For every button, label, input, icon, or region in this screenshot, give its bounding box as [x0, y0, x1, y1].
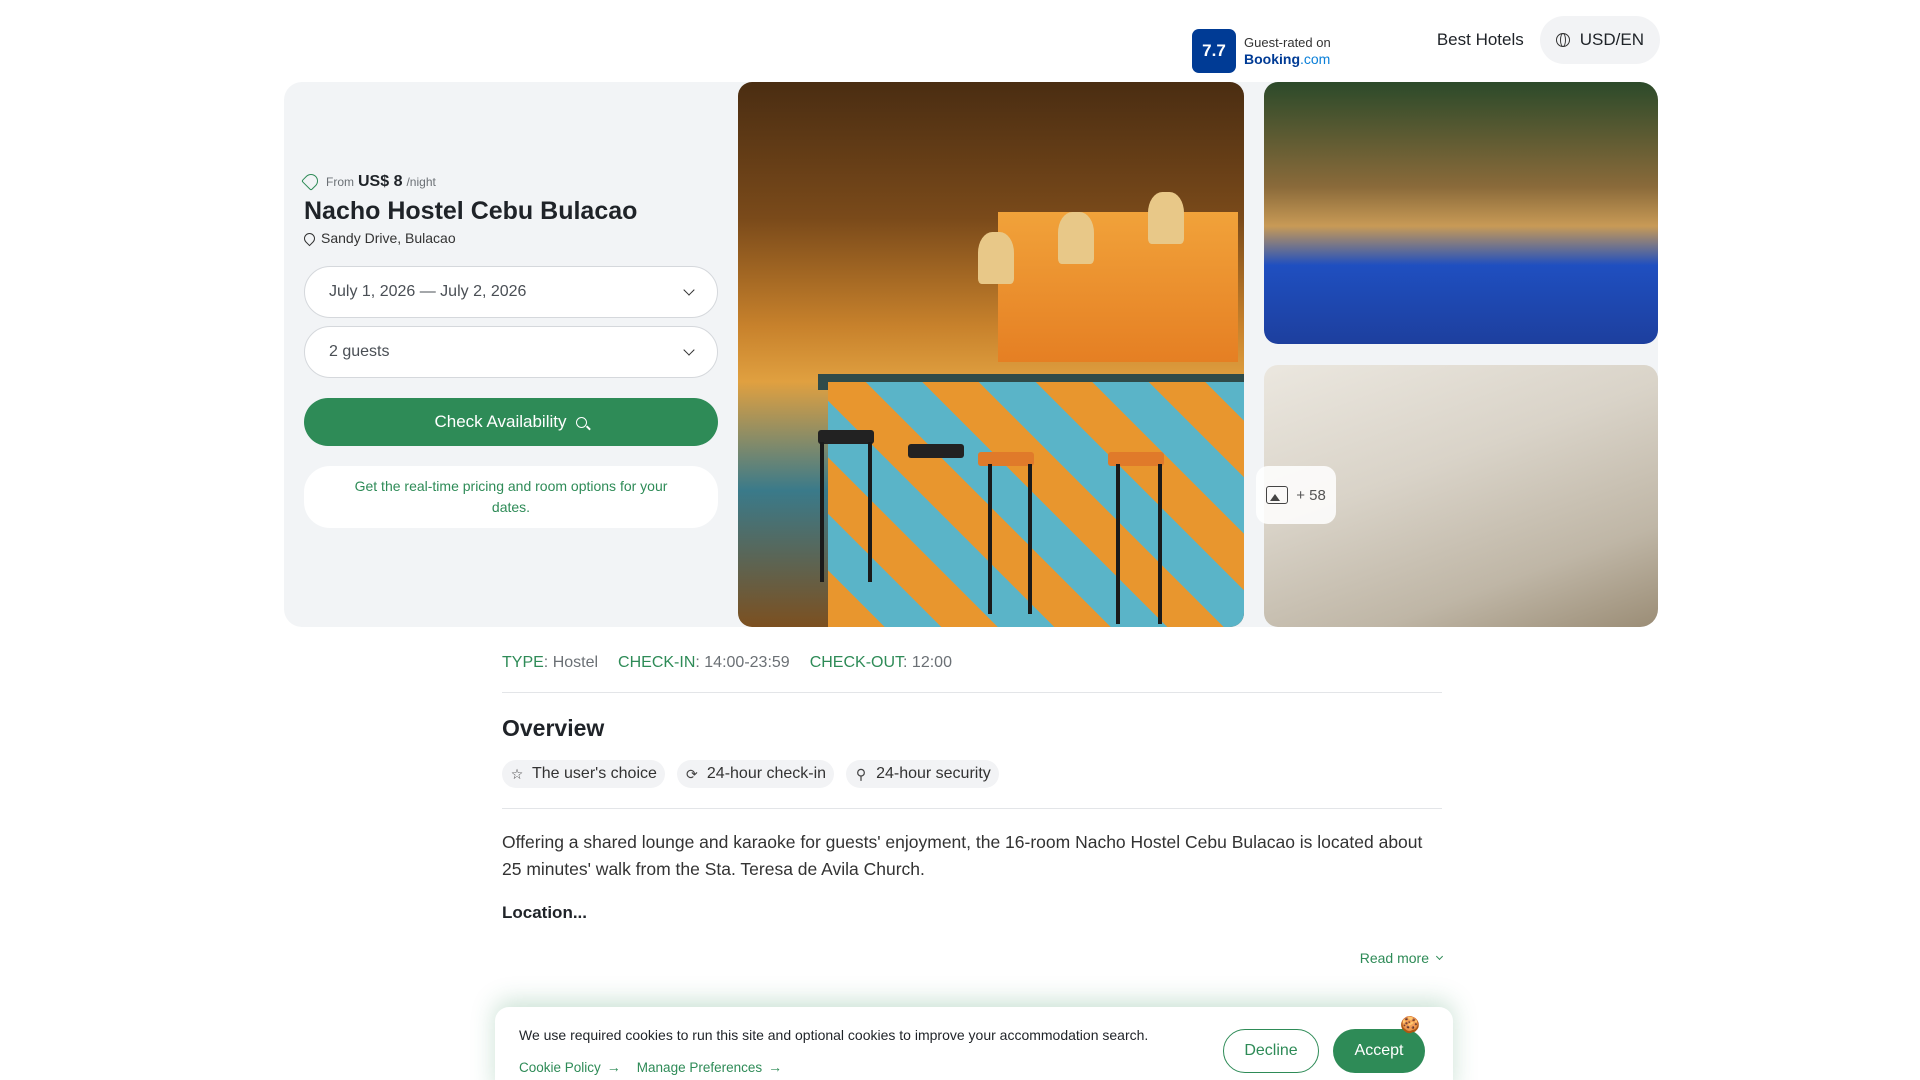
guests-value: 2 guests	[329, 343, 390, 360]
chevron-down-icon	[1435, 952, 1444, 961]
stool-leg-graphic	[1158, 464, 1162, 624]
arrow-right-icon: →	[606, 1059, 621, 1075]
checkin-meta: CHECK-IN: 14:00-23:59	[618, 654, 790, 671]
chip-users-choice: ☆ The user's choice	[502, 760, 665, 788]
overview-heading: Overview	[502, 715, 605, 741]
checkout-meta: CHECK-OUT: 12:00	[809, 654, 952, 671]
lamp-graphic	[1058, 212, 1094, 264]
currency-label: USD/EN	[1579, 30, 1644, 49]
globe-icon	[1555, 33, 1570, 47]
type-meta: TYPE: Hostel	[502, 654, 599, 671]
address-text: Sandy Drive, Bulacao	[321, 230, 456, 246]
details-section: TYPE: Hostel CHECK-IN: 14:00-23:59 CHECK…	[502, 654, 1444, 966]
hero-section: From US$ 8 /night Nacho Hostel Cebu Bula…	[284, 82, 1658, 627]
stool-graphic	[818, 430, 874, 444]
stool-graphic	[978, 452, 1034, 466]
stool-graphic	[908, 444, 964, 458]
person-shield-icon: ⚲	[855, 765, 867, 782]
overview-description: Offering a shared lounge and karaoke for…	[502, 832, 1423, 879]
lamp-graphic	[1148, 192, 1184, 244]
arrow-right-icon: →	[768, 1059, 783, 1075]
property-meta: TYPE: Hostel CHECK-IN: 14:00-23:59 CHECK…	[502, 654, 1442, 693]
location-pin-icon	[301, 230, 318, 246]
star-icon: ☆	[510, 765, 524, 782]
pricing-hint: Get the real-time pricing and room optio…	[304, 466, 718, 528]
chip-24h-security: ⚲ 24-hour security	[846, 760, 999, 788]
team-photo[interactable]	[1264, 82, 1658, 344]
stool-leg-graphic	[868, 442, 872, 582]
currency-language-selector[interactable]: USD/EN	[1539, 16, 1660, 64]
rating-score: 7.7	[1192, 29, 1236, 73]
date-range-value: July 1, 2026 — July 2, 2026	[329, 283, 527, 300]
chip-24h-checkin: ⟳ 24-hour check-in	[676, 760, 835, 788]
booking-panel: From US$ 8 /night Nacho Hostel Cebu Bula…	[301, 171, 718, 528]
price-value: US$ 8	[358, 173, 403, 190]
cookie-policy-link[interactable]: Cookie Policy →	[519, 1059, 621, 1080]
check-availability-button[interactable]: Check Availability	[304, 398, 718, 446]
location-heading: Location...	[502, 903, 587, 922]
price-line: From US$ 8 /night	[301, 171, 718, 191]
refresh-icon: ⟳	[686, 765, 698, 782]
lamp-graphic	[978, 232, 1014, 284]
feature-chips: ☆ The user's choice ⟳ 24-hour check-in ⚲…	[502, 760, 1442, 809]
read-more-button[interactable]: Read more	[1360, 950, 1444, 966]
from-label: From	[326, 175, 354, 189]
price-tag-icon	[301, 171, 321, 191]
gallery-icon	[1266, 486, 1289, 504]
guests-select[interactable]: 2 guests	[304, 326, 718, 378]
cookie-banner: We use required cookies to run this site…	[495, 1007, 1453, 1080]
decline-button[interactable]: Decline	[1223, 1029, 1319, 1073]
rating-source: Guest-rated on Booking.com	[1244, 34, 1331, 68]
check-availability-label: Check Availability	[434, 412, 567, 431]
hotel-name: Nacho Hostel Cebu Bulacao	[304, 197, 638, 225]
cookie-icon: 🍪	[1400, 1017, 1420, 1034]
manage-preferences-link[interactable]: Manage Preferences →	[637, 1059, 782, 1080]
more-photos-count: + 58	[1296, 486, 1326, 504]
booking-logo: Booking.com	[1244, 51, 1331, 67]
date-range-select[interactable]: July 1, 2026 — July 2, 2026	[304, 266, 718, 318]
chevron-down-icon	[683, 344, 695, 356]
stool-leg-graphic	[1028, 464, 1032, 614]
per-night-label: /night	[406, 175, 436, 189]
hotel-address: Sandy Drive, Bulacao	[301, 230, 718, 246]
guest-rating-badge: 7.7 Guest-rated on Booking.com	[1184, 21, 1352, 81]
search-icon	[576, 416, 588, 428]
stool-leg-graphic	[820, 442, 824, 582]
chevron-down-icon	[683, 284, 695, 296]
main-photo[interactable]	[738, 82, 1244, 627]
stool-leg-graphic	[1116, 464, 1120, 624]
accept-button[interactable]: Accept	[1333, 1029, 1425, 1073]
bar-counter-graphic	[828, 382, 1244, 627]
top-nav: Best Hotels USD/EN	[1437, 16, 1660, 64]
bar-shelves-graphic	[998, 212, 1238, 362]
rating-label: Guest-rated on	[1244, 35, 1331, 50]
stool-leg-graphic	[988, 464, 992, 614]
more-photos-button[interactable]: + 58	[1256, 466, 1336, 524]
best-hotels-link[interactable]: Best Hotels	[1437, 30, 1524, 50]
